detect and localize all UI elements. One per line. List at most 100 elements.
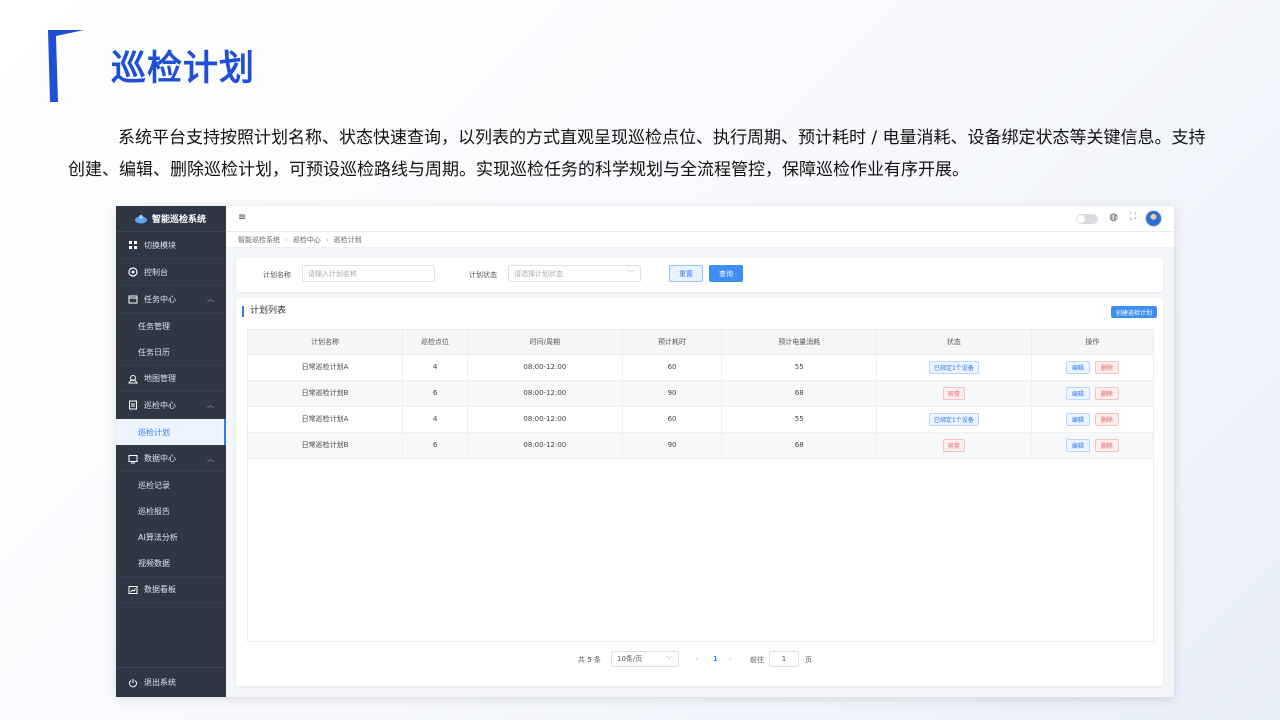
plan-status-label: 计划状态 (469, 271, 497, 279)
globe-icon[interactable]: ◍ (1109, 212, 1118, 223)
points-cell: 6 (402, 380, 468, 407)
sidebar-item-ai-analysis[interactable]: AI算法分析 (116, 524, 226, 550)
column-header: 预计耗时 (622, 330, 723, 355)
delete-button[interactable]: 删除 (1094, 360, 1119, 374)
power-cell: 55 (721, 406, 878, 433)
page-size-select[interactable]: 10条/页 ﹀ (611, 651, 679, 667)
menu-toggle-icon[interactable]: ≡ (238, 212, 246, 223)
status-cell: 异常 (876, 380, 1032, 407)
status-badge: 已绑定1个设备 (928, 360, 979, 374)
actions-cell: 编辑 删除 (1031, 432, 1153, 459)
query-button[interactable]: 查询 (709, 265, 743, 282)
chevron-down-icon: ﹀ (666, 656, 673, 664)
avatar[interactable] (1145, 210, 1162, 227)
power-cell: 55 (721, 354, 878, 381)
plan-table: 计划名称 巡检点位 时间/周期 预计耗时 预计电量消耗 状态 操作 日常巡检计划… (247, 329, 1154, 642)
sidebar-item-switch-module[interactable]: 切换模块 (116, 232, 226, 259)
slide-description: 系统平台支持按照计划名称、状态快速查询，以列表的方式直观呈现巡检点位、执行周期、… (68, 128, 1206, 180)
edit-button[interactable]: 编辑 (1065, 386, 1090, 400)
breadcrumb-item[interactable]: 智能巡检系统 (238, 235, 280, 245)
column-header: 预计电量消耗 (721, 330, 878, 355)
delete-button[interactable]: 删除 (1094, 438, 1119, 452)
status-cell: 异常 (876, 432, 1032, 459)
time-cell: 90 (622, 432, 723, 459)
robot-logo-icon (135, 214, 147, 223)
sidebar-item-patrol-record[interactable]: 巡检记录 (116, 472, 226, 498)
sidebar-item-patrol-report[interactable]: 巡检报告 (116, 498, 226, 524)
status-cell: 已绑定1个设备 (876, 354, 1032, 381)
dashboard-icon (128, 267, 138, 277)
status-badge: 异常 (942, 386, 965, 400)
sidebar-item-task-center[interactable]: 任务中心 ︿ (116, 286, 226, 313)
sidebar-item-task-calendar[interactable]: 任务日历 (116, 339, 226, 365)
fullscreen-icon[interactable]: ⛶ (1130, 212, 1136, 222)
chevron-down-icon: ﹀ (627, 270, 634, 278)
period-cell: 08:00-12:00 (467, 380, 623, 407)
edit-button[interactable]: 编辑 (1065, 412, 1090, 426)
map-icon (128, 374, 138, 384)
sidebar-item-data-board[interactable]: 数据看板 (116, 576, 226, 603)
chevron-left-icon[interactable]: ‹ (695, 655, 698, 663)
sidebar: 智能巡检系统 切换模块 控制台 任务中心 ︿ 任务管理 任务日历 地图管理 巡检… (116, 206, 226, 697)
time-cell: 90 (622, 380, 723, 407)
status-cell: 已绑定1个设备 (876, 406, 1032, 433)
status-badge: 已绑定1个设备 (928, 412, 979, 426)
sidebar-item-exit[interactable]: 退出系统 (116, 667, 226, 697)
table-row: 日常巡检计划B 6 08:00-12:00 90 68 异常 编辑 删除 (248, 432, 1153, 459)
breadcrumb-separator-icon: › (325, 235, 329, 244)
plan-name-cell: 日常巡检计划B (248, 432, 404, 459)
sidebar-item-label: 任务中心 (144, 294, 176, 304)
sidebar-item-patrol-plan[interactable]: 巡检计划 (116, 419, 226, 445)
points-cell: 4 (402, 406, 468, 433)
breadcrumb: 智能巡检系统 › 巡检中心 › 巡检计划 (226, 232, 1174, 248)
breadcrumb-separator-icon: › (285, 235, 288, 244)
plan-name-input[interactable]: 请输入计划名称 (302, 265, 435, 282)
sidebar-item-task-manage[interactable]: 任务管理 (116, 313, 226, 339)
search-panel: 计划名称 请输入计划名称 计划状态 请选择计划状态 ﹀ 重置 查询 (236, 258, 1163, 292)
app-screenshot: 智能巡检系统 切换模块 控制台 任务中心 ︿ 任务管理 任务日历 地图管理 巡检… (116, 206, 1174, 697)
status-badge: 异常 (942, 438, 965, 452)
sidebar-item-data-center[interactable]: 数据中心 ︿ (116, 445, 226, 472)
goto-page-input[interactable]: 1 (769, 651, 799, 667)
power-icon (128, 678, 138, 688)
sidebar-item-map-manage[interactable]: 地图管理 (116, 365, 226, 392)
chevron-up-icon: ︿ (207, 401, 214, 409)
chart-board-icon (128, 585, 138, 595)
page-unit-label: 页 (805, 656, 812, 664)
page-number-current[interactable]: 1 (713, 655, 718, 663)
pagination-total: 共 5 条 (578, 656, 601, 664)
sidebar-item-patrol-center[interactable]: 巡检中心 ︿ (116, 392, 226, 419)
plan-name-cell: 日常巡检计划A (248, 406, 404, 433)
app-logo[interactable]: 智能巡检系统 (116, 206, 226, 232)
table-row: 日常巡检计划A 4 08:00-12:00 60 55 已绑定1个设备 编辑 删除 (248, 406, 1153, 433)
reset-button[interactable]: 重置 (669, 265, 703, 282)
page-size-value: 10条/页 (617, 655, 643, 663)
corner-accent-icon (48, 30, 84, 102)
edit-button[interactable]: 编辑 (1065, 438, 1090, 452)
period-cell: 08:00-12:00 (467, 354, 623, 381)
sidebar-item-label: 数据中心 (144, 454, 176, 463)
sidebar-item-label: 巡检中心 (144, 400, 176, 410)
delete-button[interactable]: 删除 (1094, 386, 1119, 400)
chevron-right-icon[interactable]: › (729, 655, 732, 663)
table-row: 日常巡检计划B 6 08:00-12:00 90 68 异常 编辑 删除 (248, 380, 1153, 407)
plan-status-placeholder: 请选择计划状态 (514, 269, 563, 278)
grid-icon (128, 240, 138, 250)
points-cell: 4 (402, 354, 468, 381)
sidebar-item-label: 数据看板 (144, 585, 176, 594)
monitor-icon (128, 454, 138, 464)
plan-list-title: 计划列表 (242, 306, 286, 317)
theme-toggle[interactable] (1076, 214, 1098, 224)
sidebar-item-dashboard[interactable]: 控制台 (116, 259, 226, 286)
sidebar-item-label: 地图管理 (144, 374, 176, 383)
slide-title: 巡检计划 (111, 49, 256, 89)
create-plan-button[interactable]: 创建巡检计划 (1110, 306, 1157, 318)
period-cell: 08:00-12:00 (467, 432, 623, 459)
sidebar-item-video-data[interactable]: 视频数据 (116, 550, 226, 576)
time-cell: 60 (622, 354, 723, 381)
breadcrumb-item[interactable]: 巡检中心 (293, 235, 321, 245)
edit-button[interactable]: 编辑 (1065, 360, 1090, 374)
column-header: 状态 (876, 330, 1032, 355)
delete-button[interactable]: 删除 (1094, 412, 1119, 426)
plan-status-select[interactable]: 请选择计划状态 ﹀ (508, 265, 641, 282)
